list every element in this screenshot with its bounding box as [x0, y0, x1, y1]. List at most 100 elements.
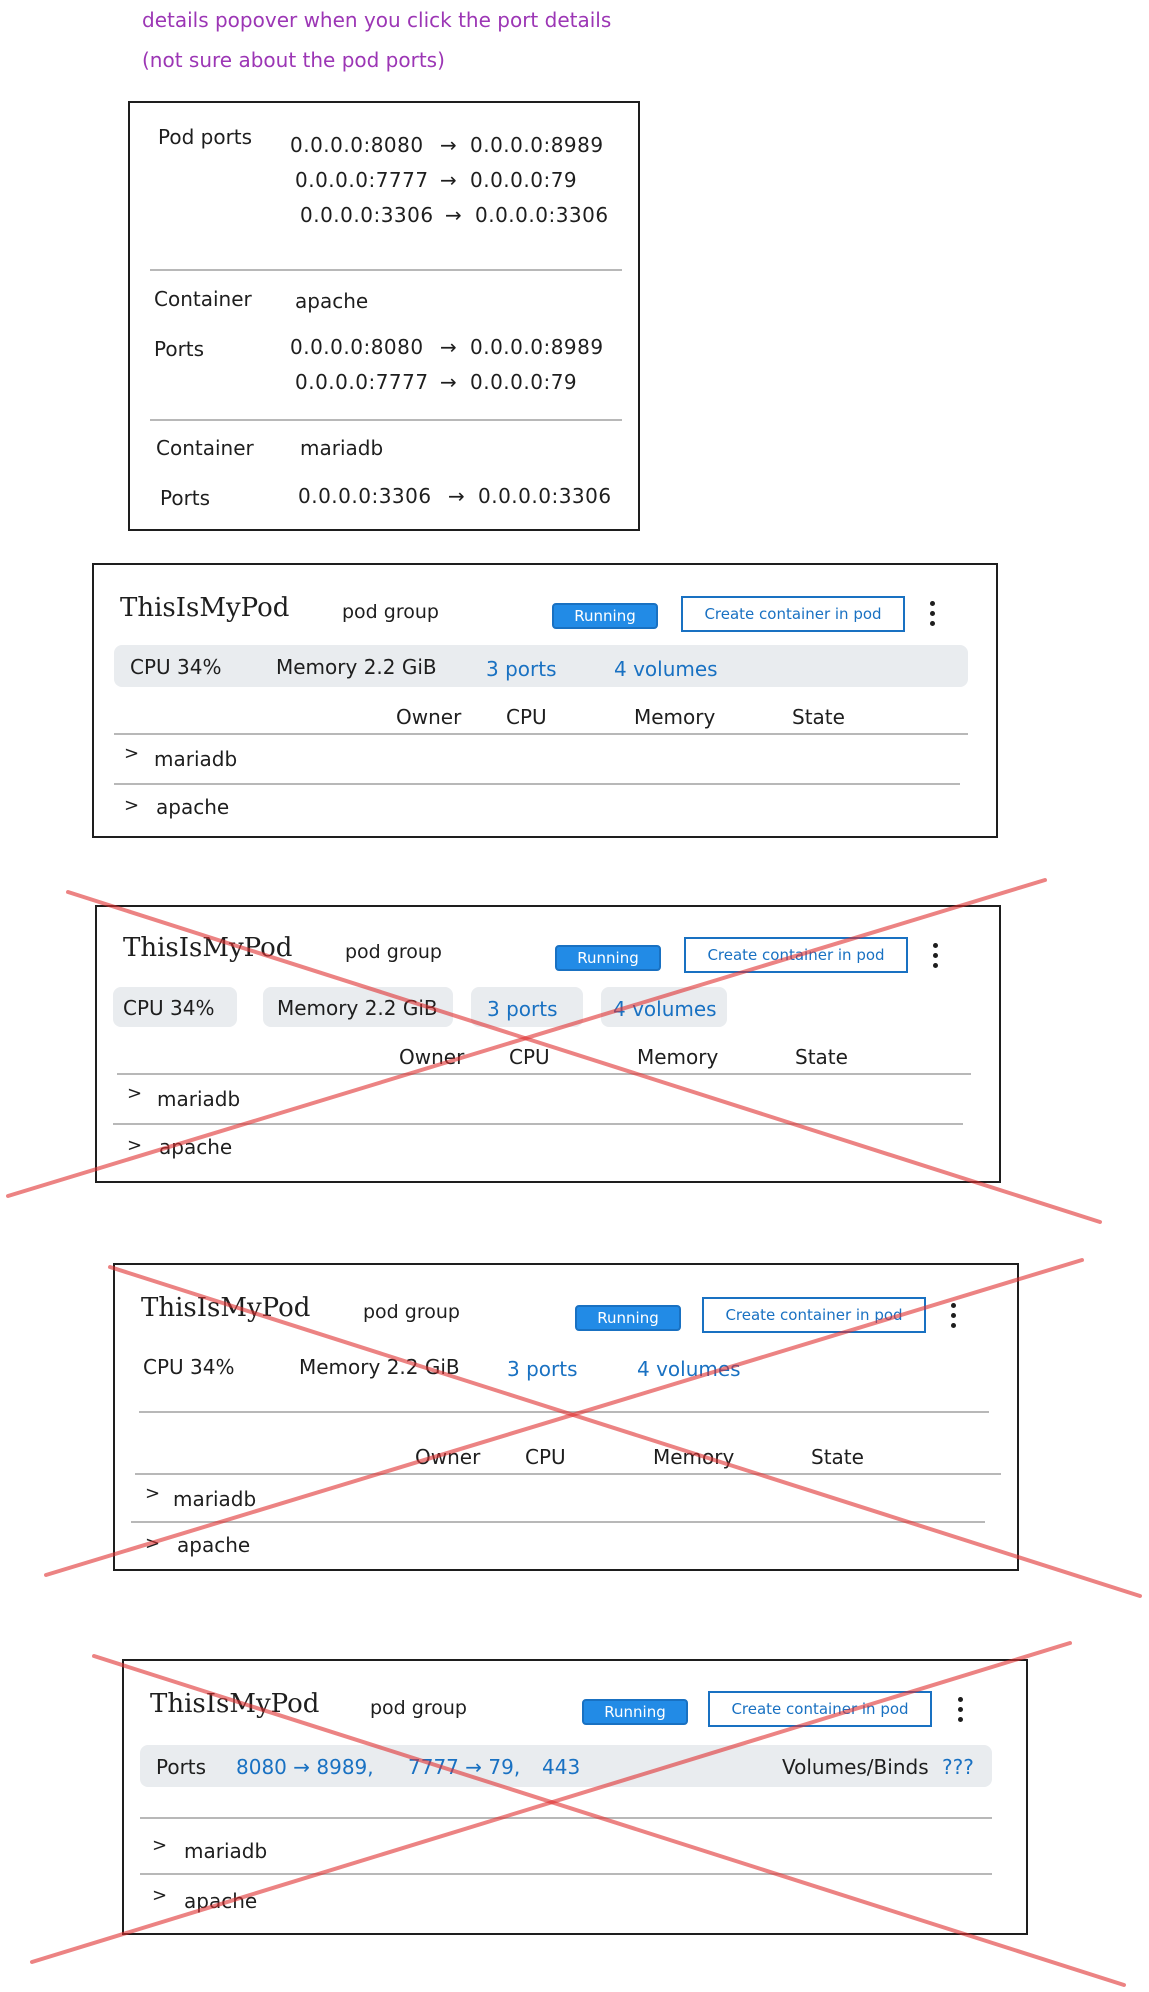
- chevron-right-icon[interactable]: >: [127, 1135, 142, 1156]
- table-header-divider: [135, 1473, 1001, 1475]
- column-owner: Owner: [415, 1445, 481, 1469]
- divider: [150, 269, 622, 271]
- pod-ports-label: Pod ports: [158, 125, 253, 149]
- row-divider: [113, 1123, 963, 1125]
- ports-label: Ports: [154, 337, 205, 361]
- pod-title[interactable]: ThisIsMyPod: [120, 593, 289, 623]
- column-memory: Memory: [634, 705, 716, 729]
- port-to: 0.0.0.0:79: [470, 370, 578, 394]
- chevron-right-icon[interactable]: >: [145, 1533, 160, 1554]
- volumes-binds-value[interactable]: ???: [942, 1755, 974, 1779]
- port-from: 0.0.0.0:3306: [300, 203, 434, 227]
- container-row-mariadb[interactable]: mariadb: [154, 747, 237, 771]
- table-header-divider: [140, 1817, 992, 1819]
- annotation-note-2: (not sure about the pod ports): [142, 48, 445, 72]
- column-state: State: [792, 705, 845, 729]
- row-divider: [114, 783, 960, 785]
- arrow: →: [440, 168, 457, 192]
- port-to: 0.0.0.0:3306: [478, 484, 612, 508]
- chevron-right-icon[interactable]: >: [145, 1483, 160, 1504]
- pod-group-label: pod group: [370, 1697, 467, 1719]
- kebab-menu-icon[interactable]: [951, 1303, 957, 1333]
- column-owner: Owner: [399, 1045, 465, 1069]
- row-divider: [140, 1873, 992, 1875]
- annotation-note-1: details popover when you click the port …: [142, 8, 612, 32]
- port-to: 0.0.0.0:3306: [475, 203, 609, 227]
- pod-title[interactable]: ThisIsMyPod: [123, 933, 292, 963]
- chevron-right-icon[interactable]: >: [152, 1885, 167, 1906]
- chevron-right-icon[interactable]: >: [127, 1083, 142, 1104]
- table-header-divider: [117, 1073, 971, 1075]
- kebab-menu-icon[interactable]: [958, 1697, 964, 1727]
- create-container-button[interactable]: Create container in pod: [702, 1297, 926, 1333]
- memory-stat: Memory 2.2 GiB: [299, 1355, 460, 1379]
- arrow: →: [445, 203, 462, 227]
- table-header-divider: [114, 733, 968, 735]
- ports-label: Ports: [156, 1755, 207, 1779]
- ports-link[interactable]: 3 ports: [487, 997, 558, 1021]
- port-link[interactable]: 8080 → 8989,: [236, 1755, 374, 1779]
- create-container-button[interactable]: Create container in pod: [684, 937, 908, 973]
- chevron-right-icon[interactable]: >: [124, 795, 139, 816]
- create-container-button[interactable]: Create container in pod: [681, 596, 905, 632]
- kebab-menu-icon[interactable]: [930, 601, 936, 631]
- arrow: →: [448, 484, 465, 508]
- status-badge-running: Running: [555, 945, 661, 971]
- column-cpu: CPU: [525, 1445, 566, 1469]
- cpu-stat: CPU 34%: [123, 996, 215, 1020]
- column-memory: Memory: [653, 1445, 735, 1469]
- port-from: 0.0.0.0:7777: [295, 168, 429, 192]
- pod-card: ThisIsMyPod pod group Running Create con…: [92, 563, 998, 838]
- arrow: →: [440, 370, 457, 394]
- container-row-mariadb[interactable]: mariadb: [173, 1487, 256, 1511]
- container-label: Container: [154, 287, 252, 311]
- chevron-right-icon[interactable]: >: [152, 1835, 167, 1856]
- memory-stat: Memory 2.2 GiB: [276, 655, 437, 679]
- pod-title[interactable]: ThisIsMyPod: [141, 1293, 310, 1323]
- create-container-button[interactable]: Create container in pod: [708, 1691, 932, 1727]
- container-row-apache[interactable]: apache: [156, 795, 229, 819]
- volumes-binds-label: Volumes/Binds: [782, 1755, 929, 1779]
- column-cpu: CPU: [506, 705, 547, 729]
- pod-card-alt-3: ThisIsMyPod pod group Running Create con…: [122, 1659, 1028, 1935]
- container-row-mariadb[interactable]: mariadb: [157, 1087, 240, 1111]
- volumes-link[interactable]: 4 volumes: [613, 997, 717, 1021]
- port-to: 0.0.0.0:79: [470, 168, 578, 192]
- cpu-stat: CPU 34%: [143, 1355, 235, 1379]
- column-state: State: [795, 1045, 848, 1069]
- port-from: 0.0.0.0:8080: [290, 335, 424, 359]
- port-link[interactable]: 7777 → 79,: [408, 1755, 520, 1779]
- column-state: State: [811, 1445, 864, 1469]
- container-row-mariadb[interactable]: mariadb: [184, 1839, 267, 1863]
- chevron-right-icon[interactable]: >: [124, 743, 139, 764]
- container-label: Container: [156, 436, 254, 460]
- pod-title[interactable]: ThisIsMyPod: [150, 1689, 319, 1719]
- divider: [150, 419, 622, 421]
- port-link[interactable]: 443: [542, 1755, 580, 1779]
- kebab-menu-icon[interactable]: [933, 943, 939, 973]
- volumes-link[interactable]: 4 volumes: [637, 1357, 741, 1381]
- pod-group-label: pod group: [342, 601, 439, 623]
- port-from: 0.0.0.0:7777: [295, 370, 429, 394]
- pod-card-alt-2: ThisIsMyPod pod group Running Create con…: [113, 1263, 1019, 1571]
- port-to: 0.0.0.0:8989: [470, 133, 604, 157]
- container-row-apache[interactable]: apache: [184, 1889, 257, 1913]
- ports-label: Ports: [160, 486, 211, 510]
- column-memory: Memory: [637, 1045, 719, 1069]
- port-details-popover: Pod ports 0.0.0.0:8080 → 0.0.0.0:8989 0.…: [128, 101, 640, 531]
- pod-group-label: pod group: [363, 1301, 460, 1323]
- pod-group-label: pod group: [345, 941, 442, 963]
- container-name: mariadb: [300, 436, 384, 460]
- container-name: apache: [295, 289, 369, 313]
- ports-link[interactable]: 3 ports: [507, 1357, 578, 1381]
- port-to: 0.0.0.0:8989: [470, 335, 604, 359]
- pod-card-alt-1: ThisIsMyPod pod group Running Create con…: [95, 905, 1001, 1183]
- volumes-link[interactable]: 4 volumes: [614, 657, 718, 681]
- status-badge-running: Running: [575, 1305, 681, 1331]
- ports-link[interactable]: 3 ports: [486, 657, 557, 681]
- arrow: →: [440, 133, 457, 157]
- arrow: →: [440, 335, 457, 359]
- container-row-apache[interactable]: apache: [159, 1135, 232, 1159]
- container-row-apache[interactable]: apache: [177, 1533, 250, 1557]
- cpu-stat: CPU 34%: [130, 655, 222, 679]
